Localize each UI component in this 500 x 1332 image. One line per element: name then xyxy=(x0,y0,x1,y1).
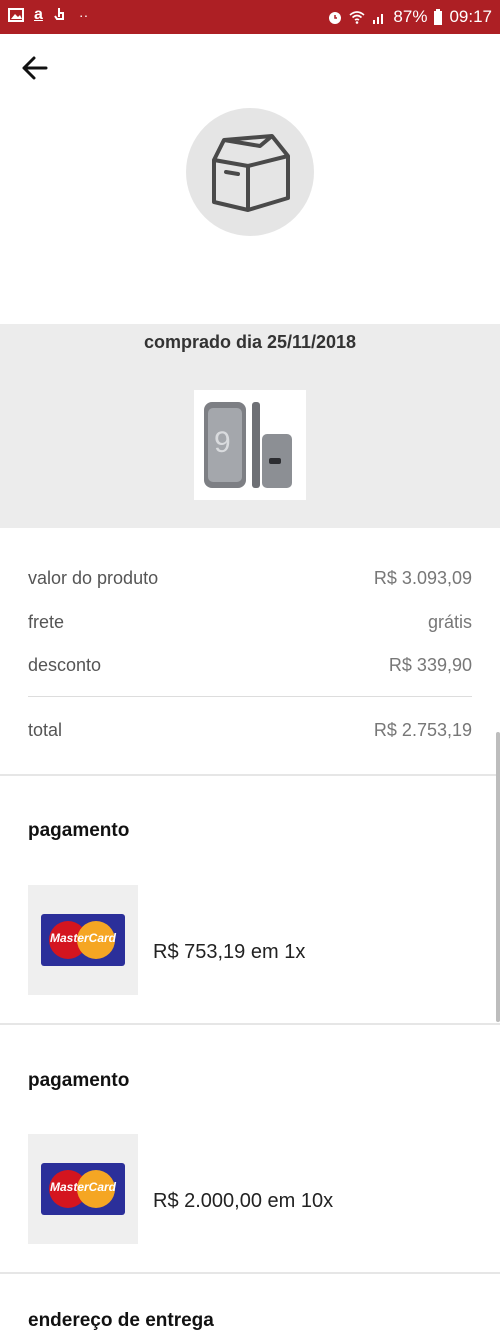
arrow-left-icon xyxy=(22,56,48,80)
mastercard-icon: MasterCard xyxy=(41,914,125,966)
summary-divider xyxy=(28,696,472,697)
total-value: R$ 2.753,19 xyxy=(373,720,472,740)
card-brand: MasterCard xyxy=(49,1180,117,1194)
product-image[interactable]: 9 xyxy=(194,390,306,500)
payment-amount: R$ 753,19 em 1x xyxy=(153,941,306,963)
summary-row-total: total R$ 2.753,19 xyxy=(28,720,472,750)
total-label: total xyxy=(28,720,63,740)
summary-row-product: valor do produto R$ 3.093,09 xyxy=(28,568,472,598)
mastercard-icon: MasterCard xyxy=(41,1163,125,1215)
order-icon-badge xyxy=(186,108,314,236)
payment-title: pagamento xyxy=(28,820,130,841)
summary-label: valor do produto xyxy=(28,568,159,588)
smartphone-image: 9 xyxy=(204,402,292,488)
more-notifications-icon: ·· xyxy=(78,7,89,23)
alarm-icon xyxy=(329,12,342,24)
payment-amount: R$ 2.000,00 em 10x xyxy=(153,1190,334,1212)
summary-value: grátis xyxy=(427,612,472,632)
payment-card-tile: MasterCard xyxy=(28,1134,138,1244)
summary-row-shipping: frete grátis xyxy=(28,612,472,642)
section-divider xyxy=(0,1023,500,1025)
payment-card-tile: MasterCard xyxy=(28,885,138,995)
clock: 09:17 xyxy=(449,7,492,26)
payment-title: pagamento xyxy=(28,1070,130,1091)
summary-value: R$ 339,90 xyxy=(388,655,472,675)
back-button[interactable] xyxy=(14,48,58,88)
package-box-icon xyxy=(212,134,290,212)
summary-label: desconto xyxy=(28,655,102,675)
delivery-address-title: endereço de entrega xyxy=(28,1310,214,1331)
summary-value: R$ 3.093,09 xyxy=(373,568,472,588)
scrollbar[interactable] xyxy=(496,732,500,1022)
summary-label: frete xyxy=(28,612,65,632)
wifi-icon xyxy=(349,11,365,24)
purchase-date: comprado dia 25/11/2018 xyxy=(143,332,357,352)
amazon-icon: a xyxy=(34,6,43,23)
system-status: 87% 09:17 xyxy=(327,7,492,27)
card-brand: MasterCard xyxy=(49,931,117,945)
section-divider xyxy=(0,774,500,776)
battery-icon xyxy=(434,9,443,25)
summary-row-discount: desconto R$ 339,90 xyxy=(28,655,472,685)
svg-text:9: 9 xyxy=(214,426,231,459)
status-bar: a ·· 87% 09:17 xyxy=(0,0,500,34)
touch-icon xyxy=(54,8,64,20)
signal-icon xyxy=(373,14,384,24)
battery-percent: 87% xyxy=(393,7,428,26)
section-divider xyxy=(0,1272,500,1274)
notification-icons: a ·· xyxy=(8,6,88,24)
gallery-icon xyxy=(8,8,24,22)
